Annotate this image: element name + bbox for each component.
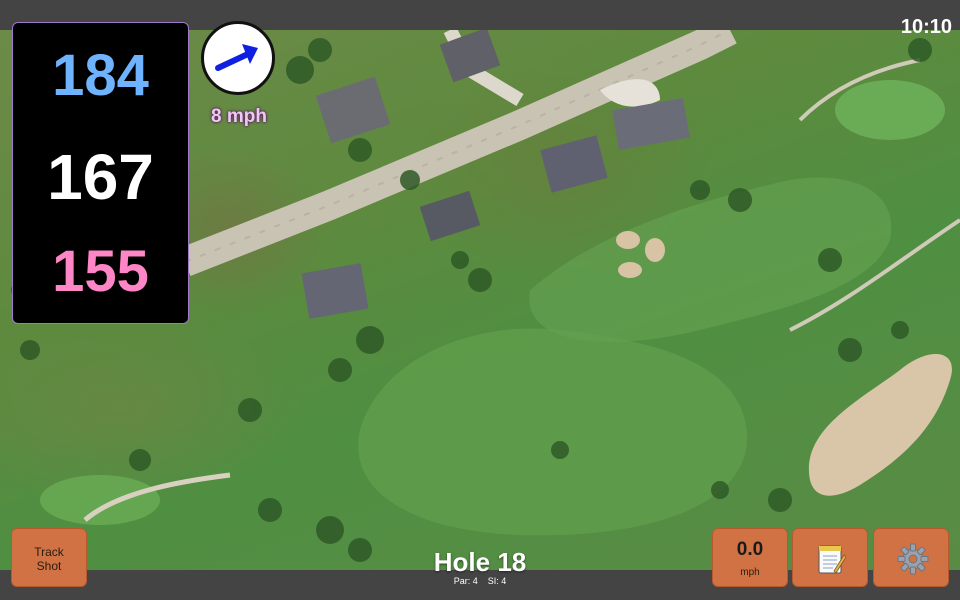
speed-button[interactable]: 0.0 mph xyxy=(712,528,788,587)
hole-par: Par: 4 xyxy=(453,576,478,586)
settings-button[interactable] xyxy=(873,528,949,587)
hole-details: Par: 4 SI: 4 xyxy=(380,577,580,586)
track-shot-label-line1: Track xyxy=(34,545,64,559)
track-shot-label-line2: Shot xyxy=(36,559,62,573)
front-yardage: 155 xyxy=(52,239,149,304)
gear-icon xyxy=(897,543,929,575)
back-yardage: 184 xyxy=(52,43,149,108)
notes-button[interactable] xyxy=(792,528,868,587)
wind-indicator[interactable] xyxy=(201,21,275,95)
middle-yardage: 167 xyxy=(47,141,154,213)
speed-value: 0.0 xyxy=(736,539,764,560)
wind-arrow-icon xyxy=(215,44,258,71)
wind-speed: 8 mph xyxy=(211,106,267,127)
hole-title: Hole 18 xyxy=(433,547,527,577)
status-time: 10:10 xyxy=(900,16,952,38)
hole-stroke-index: SI: 4 xyxy=(487,576,507,586)
notepad-icon xyxy=(818,545,846,574)
yardage-panel: 184 167 155 xyxy=(12,22,189,324)
speed-unit: mph xyxy=(740,567,760,578)
track-shot-button[interactable]: Track Shot xyxy=(11,528,87,587)
